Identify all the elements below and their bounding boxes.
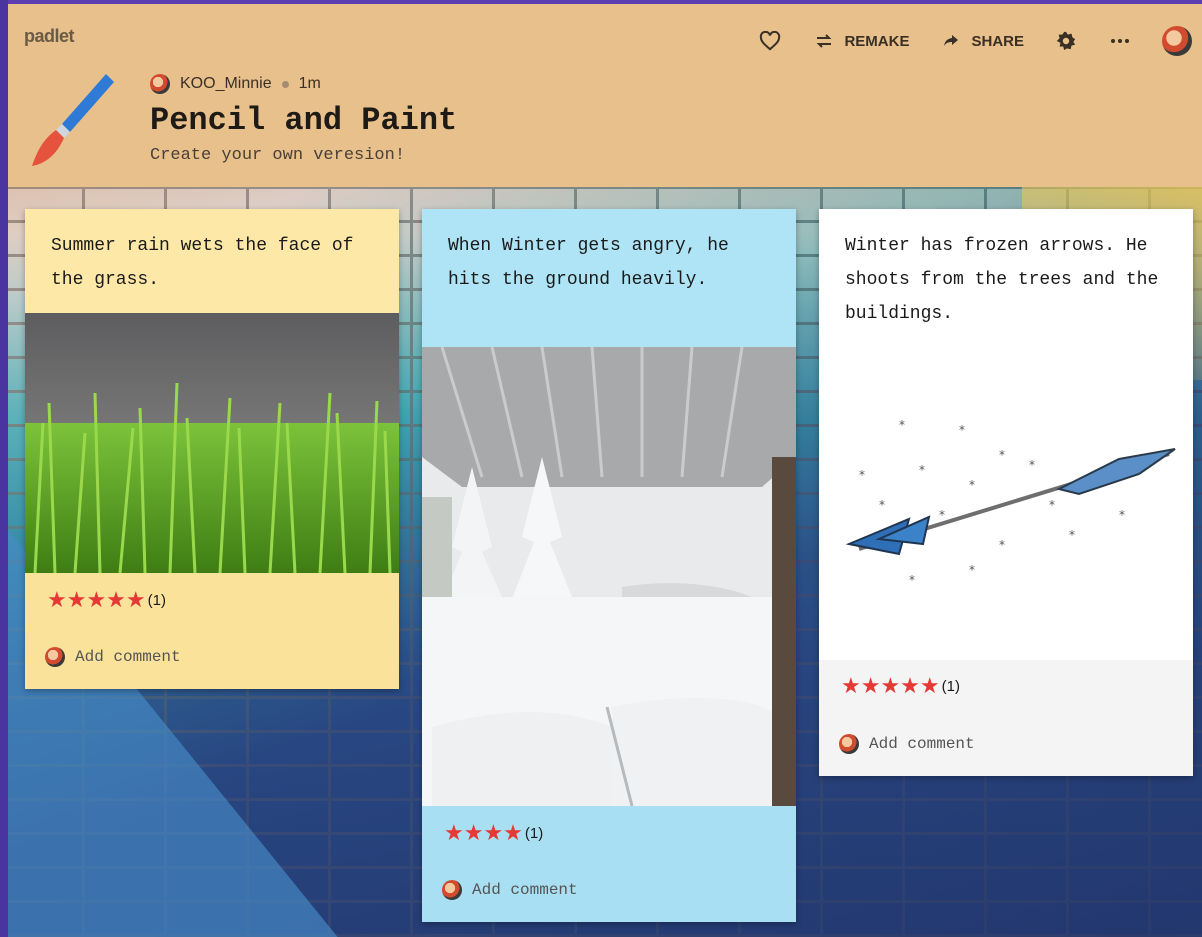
share-button[interactable]: SHARE bbox=[939, 29, 1024, 53]
more-icon[interactable] bbox=[1108, 29, 1132, 53]
remake-button[interactable]: REMAKE bbox=[812, 29, 909, 53]
padlet-logo[interactable]: padlet bbox=[24, 26, 75, 47]
rating-count: (1) bbox=[941, 677, 960, 695]
add-comment-label: Add comment bbox=[869, 735, 975, 753]
svg-text:*: * bbox=[969, 563, 975, 577]
post-text: When Winter gets angry, he hits the grou… bbox=[422, 209, 796, 347]
add-comment-label: Add comment bbox=[75, 648, 181, 666]
commenter-avatar bbox=[442, 880, 462, 900]
svg-text:*: * bbox=[969, 478, 975, 492]
post-card[interactable]: Summer rain wets the face of the grass. … bbox=[25, 209, 399, 689]
user-avatar[interactable] bbox=[1162, 26, 1192, 56]
author-avatar bbox=[150, 74, 170, 94]
svg-text:*: * bbox=[1119, 508, 1125, 522]
separator-dot bbox=[281, 80, 289, 88]
svg-text:*: * bbox=[999, 448, 1005, 462]
toolbar: REMAKE SHARE bbox=[758, 26, 1192, 56]
snowy-street-image bbox=[422, 347, 796, 806]
svg-text:*: * bbox=[919, 463, 925, 477]
post-card[interactable]: When Winter gets angry, he hits the grou… bbox=[422, 209, 796, 922]
author-name: KOO_Minnie bbox=[180, 75, 272, 92]
commenter-avatar bbox=[45, 647, 65, 667]
post-text: Winter has frozen arrows. He shoots from… bbox=[819, 209, 1193, 379]
svg-text:*: * bbox=[1069, 528, 1075, 542]
star-icons: ★★★★★ bbox=[47, 587, 146, 612]
star-rating[interactable]: ★★★★★ (1) bbox=[819, 660, 1193, 712]
window-edge bbox=[0, 0, 8, 937]
frozen-arrow-drawing: * * * * * * * * * * * * * * * bbox=[819, 379, 1193, 660]
post-text: Summer rain wets the face of the grass. bbox=[25, 209, 399, 313]
commenter-avatar bbox=[839, 734, 859, 754]
svg-text:*: * bbox=[909, 573, 915, 587]
post-meta: KOO_Minnie 1m bbox=[150, 74, 321, 94]
svg-text:*: * bbox=[859, 468, 865, 482]
add-comment-button[interactable]: Add comment bbox=[422, 860, 796, 920]
remake-label: REMAKE bbox=[844, 32, 910, 50]
star-icons: ★★★★ bbox=[444, 820, 523, 845]
board-header: padlet REMAKE SHARE KOO_Minnie 1m Pencil… bbox=[8, 0, 1202, 187]
svg-text:*: * bbox=[879, 498, 885, 512]
add-comment-label: Add comment bbox=[472, 881, 578, 899]
svg-text:*: * bbox=[1049, 498, 1055, 512]
grass-rain-image bbox=[25, 313, 399, 573]
star-rating[interactable]: ★★★★ (1) bbox=[422, 806, 796, 860]
heart-icon[interactable] bbox=[758, 29, 782, 53]
board-title: Pencil and Paint bbox=[150, 102, 458, 139]
svg-text:*: * bbox=[899, 418, 905, 432]
post-card[interactable]: Winter has frozen arrows. He shoots from… bbox=[819, 209, 1193, 776]
rating-count: (1) bbox=[524, 824, 544, 842]
star-rating[interactable]: ★★★★★ (1) bbox=[25, 573, 399, 627]
rating-count: (1) bbox=[147, 591, 166, 609]
gear-icon[interactable] bbox=[1054, 29, 1078, 53]
svg-text:*: * bbox=[1029, 458, 1035, 472]
star-icons: ★★★★★ bbox=[841, 673, 940, 698]
board-subtitle: Create your own veresion! bbox=[150, 146, 406, 165]
remake-icon bbox=[812, 29, 836, 53]
svg-text:*: * bbox=[939, 508, 945, 522]
share-label: SHARE bbox=[971, 32, 1024, 50]
time-ago: 1m bbox=[298, 75, 321, 92]
share-icon bbox=[939, 29, 963, 53]
paintbrush-icon bbox=[32, 74, 114, 166]
add-comment-button[interactable]: Add comment bbox=[819, 712, 1193, 776]
svg-text:*: * bbox=[959, 423, 965, 437]
add-comment-button[interactable]: Add comment bbox=[25, 627, 399, 687]
svg-text:*: * bbox=[999, 538, 1005, 552]
